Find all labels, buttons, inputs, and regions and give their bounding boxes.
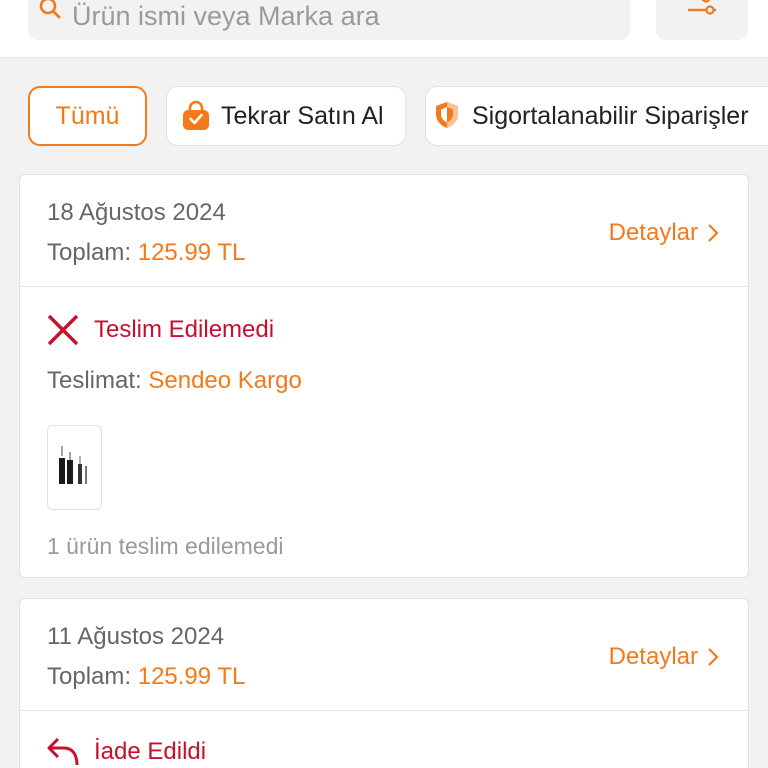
search-header: Ürün ismi veya Marka ara [0,0,768,58]
chevron-right-icon [708,648,719,666]
status-text: Teslim Edilemedi [94,316,275,343]
chip-insurable-orders-label: Sigortalanabilir Siparişler [472,101,749,130]
order-card[interactable]: 18 Ağustos 2024 Toplam: 125.99 TL Detayl… [19,174,749,578]
details-label: Detaylar [608,219,698,246]
filter-button[interactable] [656,0,748,40]
delivery-label: Teslimat: [47,367,142,394]
delivery-company: Sendeo Kargo [148,367,302,394]
status-text: İade Edildi [94,738,207,765]
x-icon [47,314,79,346]
order-date: 11 Ağustos 2024 [47,623,225,650]
order-total: Toplam: 125.99 TL [47,239,245,267]
order-total: Toplam: 125.99 TL [47,663,245,691]
chip-buy-again-label: Tekrar Satın Al [221,101,384,130]
chip-insurable-orders[interactable]: Sigortalanabilir Siparişler [425,86,768,146]
order-card[interactable]: 11 Ağustos 2024 Toplam: 125.99 TL Detayl… [19,598,749,768]
details-label: Detaylar [608,643,698,670]
details-link[interactable]: Detaylar [609,219,720,247]
order-card-header: 18 Ağustos 2024 Toplam: 125.99 TL Detayl… [20,175,748,287]
order-card-header: 11 Ağustos 2024 Toplam: 125.99 TL Detayl… [20,599,748,711]
shield-icon [434,100,462,132]
details-link[interactable]: Detaylar [609,643,720,671]
return-arrow-icon [47,737,79,766]
order-total-value: 125.99 TL [137,239,246,266]
order-status: İade Edildi [46,735,206,768]
order-total-label: Toplam: [47,663,132,690]
sliders-icon [688,0,716,15]
search-placeholder: Ürün ismi veya Marka ara [72,1,380,31]
chip-buy-again[interactable]: Tekrar Satın Al [166,86,406,146]
order-total-value: 125.99 TL [137,663,246,690]
delivery-note: 1 ürün teslim edilemedi [47,533,284,559]
shopping-bag-icon [181,100,211,132]
search-icon [38,0,62,20]
product-thumbnail[interactable] [47,425,102,510]
product-image [59,446,87,484]
order-total-label: Toplam: [47,239,132,266]
order-status: Teslim Edilemedi [46,313,274,347]
order-date: 18 Ağustos 2024 [47,199,226,226]
search-input[interactable]: Ürün ismi veya Marka ara [28,0,630,40]
chevron-right-icon [708,224,719,242]
delivery-info: Teslimat: Sendeo Kargo [47,367,302,395]
chip-all-label: Tümü [55,101,120,130]
chip-all[interactable]: Tümü [28,86,147,146]
